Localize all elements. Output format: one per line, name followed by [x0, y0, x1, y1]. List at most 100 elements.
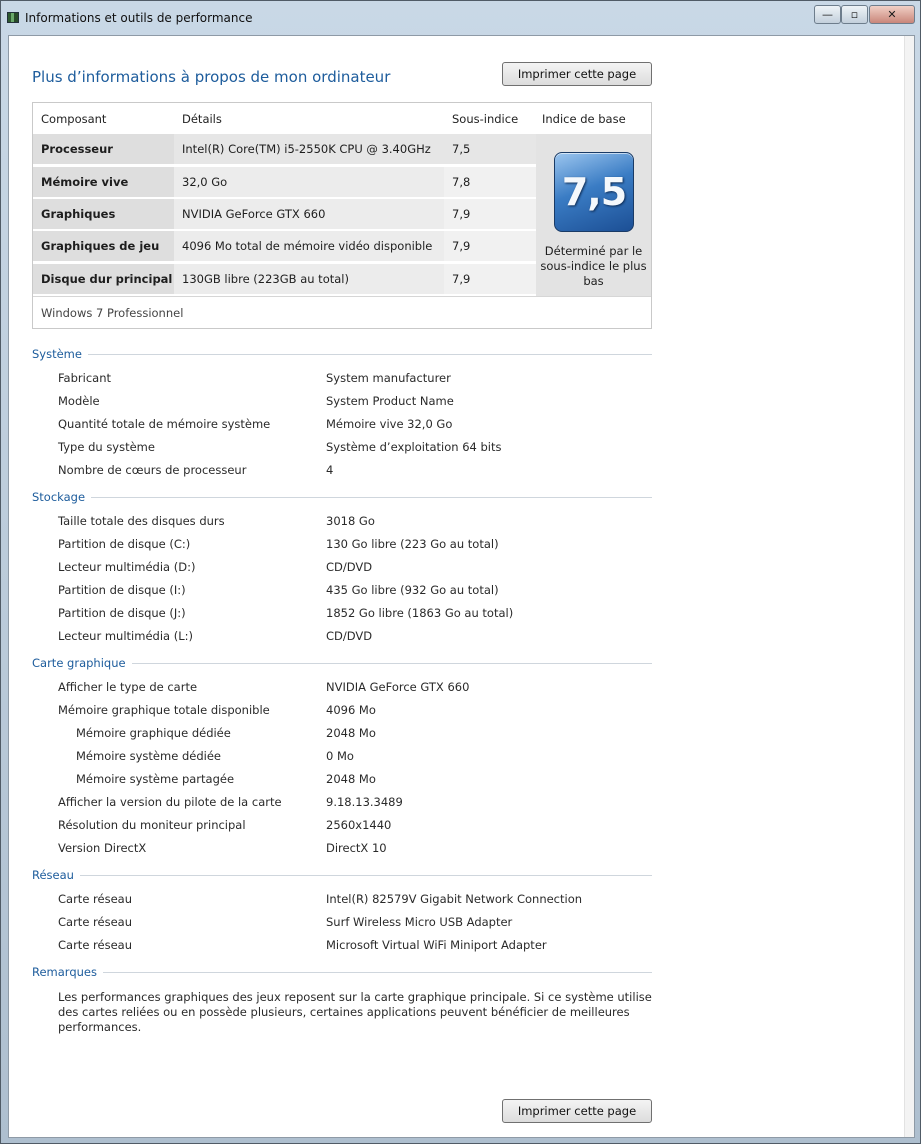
remarks-text: Les performances graphiques des jeux rep… [58, 990, 652, 1034]
info-key: Fabricant [58, 371, 111, 385]
info-key: Mémoire système partagée [76, 772, 235, 786]
window-title: Informations et outils de performance [25, 11, 253, 25]
score-row-details: 32,0 Go [174, 167, 444, 197]
performance-app-icon [7, 12, 19, 23]
info-value: 0 Mo [326, 749, 354, 763]
score-row-component: Graphiques [33, 199, 174, 229]
score-row-subscore: 7,5 [444, 134, 536, 164]
page-title: Plus d’informations à propos de mon ordi… [32, 68, 391, 86]
os-edition-row: Windows 7 Professionnel [33, 296, 651, 328]
window: Informations et outils de performance — … [0, 0, 921, 1144]
info-key: Mémoire graphique dédiée [76, 726, 231, 740]
section-title: Stockage [32, 490, 92, 504]
info-key: Type du système [58, 440, 155, 454]
header-component: Composant [41, 112, 107, 126]
score-row-subscore: 7,9 [444, 231, 536, 261]
info-key: Partition de disque (J:) [58, 606, 186, 620]
score-row-subscore: 7,9 [444, 264, 536, 294]
score-row-details: 4096 Mo total de mémoire vidéo disponibl… [174, 231, 444, 261]
section-title: Carte graphique [32, 656, 132, 670]
scrollbar-track[interactable] [904, 36, 914, 1137]
score-row-details: 130GB libre (223GB au total) [174, 264, 444, 294]
title-bar[interactable]: Informations et outils de performance — … [1, 1, 920, 35]
section-storage-header: Stockage [32, 490, 652, 504]
info-value: 4 [326, 463, 334, 477]
info-key: Partition de disque (I:) [58, 583, 186, 597]
info-value: 3018 Go [326, 514, 375, 528]
score-row-gaming-graphics: Graphiques de jeu 4096 Mo total de mémoi… [33, 231, 536, 261]
section-title: Réseau [32, 868, 80, 882]
section-divider [32, 497, 652, 498]
maximize-button[interactable]: ▫ [841, 5, 868, 24]
base-score-panel: 7,5 Déterminé par le sous-indice le plus… [536, 134, 651, 296]
info-value: CD/DVD [326, 629, 373, 643]
print-page-button-bottom[interactable]: Imprimer cette page [502, 1099, 652, 1123]
section-graphics-header: Carte graphique [32, 656, 652, 670]
section-title: Remarques [32, 965, 103, 979]
info-key: Résolution du moniteur principal [58, 818, 246, 832]
minimize-button[interactable]: — [814, 5, 841, 24]
section-remarks-header: Remarques [32, 965, 652, 979]
section-network-header: Réseau [32, 868, 652, 882]
score-row-processor: Processeur Intel(R) Core(TM) i5-2550K CP… [33, 134, 536, 164]
header-details: Détails [182, 112, 222, 126]
info-value: System manufacturer [326, 371, 451, 385]
info-key: Quantité totale de mémoire système [58, 417, 271, 431]
score-table: Composant Détails Sous-indice Indice de … [32, 102, 652, 329]
maximize-icon: ▫ [850, 8, 859, 21]
info-key: Lecteur multimédia (D:) [58, 560, 196, 574]
info-value: 1852 Go libre (1863 Go au total) [326, 606, 514, 620]
info-value: Intel(R) 82579V Gigabit Network Connecti… [326, 892, 583, 906]
info-key: Mémoire système dédiée [76, 749, 221, 763]
info-value: 2048 Mo [326, 726, 376, 740]
score-row-graphics: Graphiques NVIDIA GeForce GTX 660 7,9 [33, 199, 536, 229]
score-row-memory: Mémoire vive 32,0 Go 7,8 [33, 167, 536, 197]
base-score-caption: Déterminé par le sous-indice le plus bas [540, 244, 647, 288]
info-value: Surf Wireless Micro USB Adapter [326, 915, 513, 929]
info-key: Taille totale des disques durs [58, 514, 225, 528]
content-area: Plus d’informations à propos de mon ordi… [8, 35, 915, 1138]
info-value: System Product Name [326, 394, 454, 408]
info-key: Carte réseau [58, 892, 132, 906]
info-key: Nombre de cœurs de processeur [58, 463, 247, 477]
header-base-score: Indice de base [542, 112, 626, 126]
info-value: 2048 Mo [326, 772, 376, 786]
os-edition: Windows 7 Professionnel [41, 306, 184, 320]
info-key: Afficher la version du pilote de la cart… [58, 795, 282, 809]
section-divider [32, 875, 652, 876]
section-system-header: Système [32, 347, 652, 361]
base-score-value: 7,5 [561, 170, 627, 214]
minimize-icon: — [822, 8, 833, 21]
score-row-details: NVIDIA GeForce GTX 660 [174, 199, 444, 229]
header-subscore: Sous-indice [452, 112, 519, 126]
score-row-subscore: 7,8 [444, 167, 536, 197]
close-button[interactable]: ✕ [869, 5, 915, 24]
close-icon: ✕ [887, 8, 897, 21]
score-row-details: Intel(R) Core(TM) i5-2550K CPU @ 3.40GHz [174, 134, 444, 164]
info-value: 2560x1440 [326, 818, 392, 832]
info-value: NVIDIA GeForce GTX 660 [326, 680, 470, 694]
info-value: Système d’exploitation 64 bits [326, 440, 502, 454]
base-score-badge: 7,5 [554, 152, 634, 232]
score-row-primary-disk: Disque dur principal 130GB libre (223GB … [33, 264, 536, 294]
info-value: Mémoire vive 32,0 Go [326, 417, 453, 431]
info-key: Partition de disque (C:) [58, 537, 191, 551]
info-value: 9.18.13.3489 [326, 795, 403, 809]
score-row-component: Mémoire vive [33, 167, 174, 197]
section-divider [32, 972, 652, 973]
score-row-subscore: 7,9 [444, 199, 536, 229]
info-key: Mémoire graphique totale disponible [58, 703, 270, 717]
info-value: 4096 Mo [326, 703, 376, 717]
print-page-button-top[interactable]: Imprimer cette page [502, 62, 652, 86]
info-key: Lecteur multimédia (L:) [58, 629, 193, 643]
info-key: Carte réseau [58, 915, 132, 929]
score-row-component: Disque dur principal [33, 264, 174, 294]
info-value: 435 Go libre (932 Go au total) [326, 583, 499, 597]
info-key: Version DirectX [58, 841, 147, 855]
info-key: Afficher le type de carte [58, 680, 198, 694]
info-value: Microsoft Virtual WiFi Miniport Adapter [326, 938, 547, 952]
section-divider [32, 354, 652, 355]
info-value: CD/DVD [326, 560, 373, 574]
score-row-component: Graphiques de jeu [33, 231, 174, 261]
score-table-header: Composant Détails Sous-indice Indice de … [33, 103, 651, 134]
